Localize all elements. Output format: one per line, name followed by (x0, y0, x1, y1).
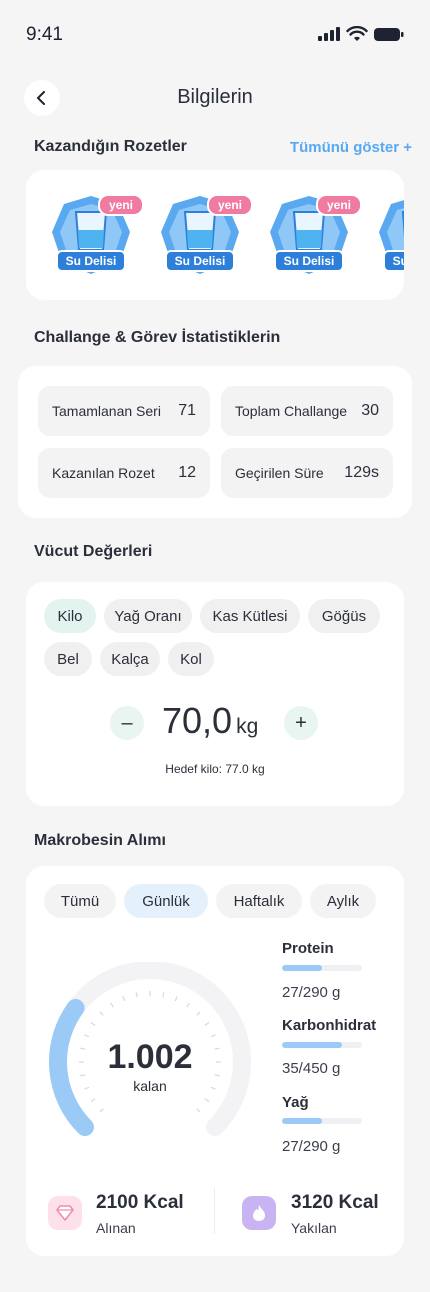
burned-kcal-label: Yakılan (291, 1220, 337, 1236)
intake-kcal-value: 2100 Kcal (96, 1192, 184, 1213)
stat-value: 12 (178, 464, 196, 481)
stat-value: 71 (178, 402, 196, 419)
gauge-tick (135, 992, 138, 998)
gauge-tick (90, 1098, 96, 1102)
badge-new-tag: yeni (315, 194, 362, 216)
gauge-tick (174, 996, 178, 1002)
stat-label: Tamamlanan Seri (52, 403, 161, 419)
battery-icon (374, 27, 404, 41)
badge-label: Su Delisi (165, 250, 235, 272)
gauge-tick (210, 1034, 216, 1038)
badge-label: Su Delisi (274, 250, 344, 272)
chip-hip[interactable]: Kalça (100, 642, 160, 676)
badge-item[interactable]: yeni Su Delisi (157, 192, 253, 278)
intake-kcal-label: Alınan (96, 1220, 136, 1236)
badge-label: Su Delisi (383, 250, 404, 272)
page-title: Bilgilerin (177, 86, 253, 108)
stat-time-spent: Geçirilen Süre 129s (221, 448, 393, 498)
macros-section-title: Makrobesin Alımı (34, 832, 166, 849)
chip-fat-ratio[interactable]: Yağ Oranı (104, 599, 192, 633)
gauge-tick (196, 1108, 201, 1113)
tab-all[interactable]: Tümü (44, 884, 116, 918)
chip-arm[interactable]: Kol (168, 642, 214, 676)
tab-monthly[interactable]: Aylık (310, 884, 376, 918)
chip-waist[interactable]: Bel (44, 642, 92, 676)
macro-name-fat: Yağ (282, 1094, 309, 1111)
gauge-tick (186, 1002, 190, 1008)
tab-daily[interactable]: Günlük (124, 884, 208, 918)
macro-name-carbs: Karbonhidrat (282, 1017, 377, 1034)
gauge-tick (90, 1022, 96, 1026)
gauge-tick (204, 1098, 210, 1102)
weight-unit: kg (236, 715, 259, 738)
macro-amount-protein: 27/290 g (282, 984, 341, 1001)
kcal-divider (214, 1188, 215, 1234)
macro-bar-protein (282, 965, 362, 971)
stat-total-challenge: Toplam Challange 30 (221, 386, 393, 436)
diamond-icon (56, 1205, 74, 1221)
gauge-tick (84, 1034, 90, 1038)
macro-fill (282, 1042, 342, 1048)
decrease-button[interactable]: – (110, 706, 144, 740)
macro-bar-fat (282, 1118, 362, 1124)
stat-value: 30 (361, 402, 379, 419)
gauge-tick (196, 1011, 201, 1016)
gauge-tick (204, 1022, 210, 1026)
macro-bar-carbs (282, 1042, 362, 1048)
stat-value: 129s (344, 464, 379, 481)
badge-item[interactable]: Su Delisi (375, 192, 404, 278)
stats-section-title: Challange & Görev İstatistiklerin (34, 329, 281, 346)
gauge-tick (122, 996, 126, 1002)
badge-item[interactable]: yeni Su Delisi (266, 192, 362, 278)
badges-section-title: Kazandığın Rozetler (34, 138, 187, 155)
macro-fill (282, 965, 322, 971)
body-values-card: Kilo Yağ Oranı Kas Kütlesi Göğüs Bel Kal… (26, 582, 404, 806)
intake-icon-box (48, 1196, 82, 1230)
badges-card: yeni Su Delisi yeni Su Delisi yeni Su De… (26, 170, 404, 300)
chip-weight[interactable]: Kilo (44, 599, 96, 633)
macro-fill (282, 1118, 322, 1124)
badge-new-tag: yeni (206, 194, 253, 216)
macro-name-protein: Protein (282, 940, 334, 957)
gauge-tick (110, 1002, 114, 1008)
flame-icon (253, 1205, 265, 1221)
macro-amount-carbs: 35/450 g (282, 1060, 341, 1077)
macro-amount-fat: 27/290 g (282, 1138, 341, 1155)
remaining-value: 1.002 (107, 1038, 193, 1076)
show-all-link[interactable]: Tümünü göster + (290, 139, 412, 156)
stat-completed-streak: Tamamlanan Seri 71 (38, 386, 210, 436)
stat-label: Geçirilen Süre (235, 465, 324, 481)
weight-display: 70,0 kg (162, 700, 258, 742)
gauge-tick (99, 1011, 104, 1016)
chip-chest[interactable]: Göğüs (308, 599, 380, 633)
chip-muscle-mass[interactable]: Kas Kütlesi (200, 599, 300, 633)
badge-label: Su Delisi (56, 250, 126, 272)
gauge-tick (162, 992, 165, 998)
macros-card: Tümü Günlük Haftalık Aylık 1.002 kalan P… (26, 866, 404, 1256)
burned-icon-box (242, 1196, 276, 1230)
signal-icon (318, 27, 340, 41)
badge-item[interactable]: yeni Su Delisi (48, 192, 144, 278)
weight-value: 70,0 (162, 700, 233, 741)
body-values-section-title: Vücut Değerleri (34, 543, 153, 560)
stat-earned-badges: Kazanılan Rozet 12 (38, 448, 210, 498)
stats-card: Tamamlanan Seri 71 Toplam Challange 30 K… (18, 366, 412, 518)
badge-new-tag: yeni (97, 194, 144, 216)
status-time: 9:41 (26, 24, 63, 45)
tab-weekly[interactable]: Haftalık (216, 884, 302, 918)
remaining-label: kalan (133, 1078, 167, 1094)
stat-label: Kazanılan Rozet (52, 465, 155, 481)
target-weight: Hedef kilo: 77.0 kg (165, 762, 265, 776)
increase-button[interactable]: + (284, 706, 318, 740)
stat-label: Toplam Challange (235, 403, 348, 419)
gauge-tick (99, 1108, 104, 1113)
status-icons (318, 26, 404, 42)
wifi-icon (346, 26, 368, 41)
burned-kcal-value: 3120 Kcal (291, 1192, 379, 1213)
